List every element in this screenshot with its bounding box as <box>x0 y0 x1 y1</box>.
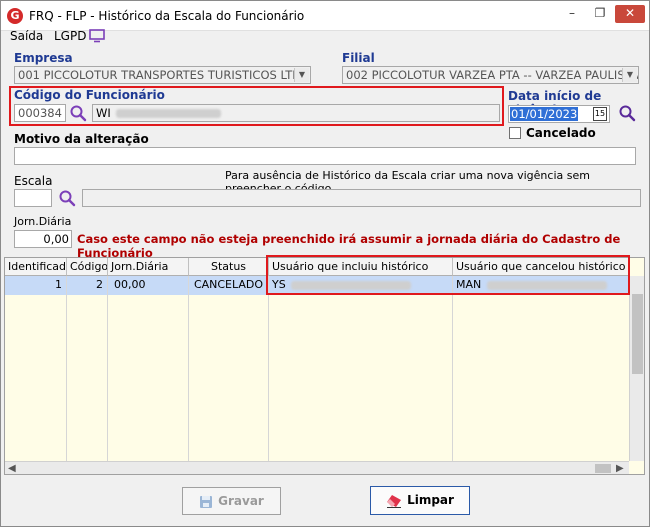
monitor-icon[interactable] <box>89 29 105 43</box>
funcionario-label: Código do Funcionário <box>14 88 165 102</box>
cell-jornada: 00,00 <box>108 276 189 295</box>
funcionario-code-input[interactable]: 000384 <box>14 104 66 122</box>
gravar-button[interactable]: Gravar <box>182 487 281 515</box>
escala-description-field <box>82 189 641 207</box>
vertical-scrollbar[interactable] <box>629 276 644 461</box>
eraser-icon <box>387 494 402 508</box>
scrollbar-thumb[interactable] <box>595 464 611 473</box>
filial-select[interactable]: 002 PICCOLOTUR VARZEA PTA -- VARZEA PAUL… <box>342 66 639 84</box>
chevron-down-icon[interactable]: ▼ <box>622 68 637 82</box>
column-divider <box>268 295 269 461</box>
column-divider <box>452 295 453 461</box>
column-header-status[interactable]: Status <box>189 258 269 276</box>
floppy-disk-icon <box>200 495 213 508</box>
scrollbar-thumb[interactable] <box>632 294 643 374</box>
funcionario-name-field: WI <box>92 104 500 122</box>
menu-bar: Saída LGPD <box>1 28 649 46</box>
chevron-down-icon[interactable]: ▼ <box>294 68 309 82</box>
column-header-identificador[interactable]: Identificador <box>5 258 67 276</box>
filial-value: 002 PICCOLOTUR VARZEA PTA -- VARZEA PAUL… <box>346 68 639 82</box>
app-logo-icon: G <box>7 8 23 24</box>
empresa-value: 001 PICCOLOTUR TRANSPORTES TURISTICOS LT… <box>18 68 309 82</box>
filial-label: Filial <box>342 51 375 65</box>
window-title: FRQ - FLP - Histórico da Escala do Funci… <box>29 9 305 23</box>
calendar-icon[interactable]: 15 <box>593 107 607 121</box>
column-header-jornada[interactable]: Jorn.Diária <box>108 258 189 276</box>
menu-item-lgpd[interactable]: LGPD <box>54 29 86 43</box>
cell-identificador: 1 <box>5 276 67 295</box>
title-bar: G FRQ - FLP - Histórico da Escala do Fun… <box>1 1 649 31</box>
restore-button[interactable]: ❐ <box>587 5 613 23</box>
limpar-button[interactable]: Limpar <box>370 486 470 515</box>
cancelado-checkbox[interactable] <box>509 127 521 139</box>
search-icon[interactable] <box>69 104 87 122</box>
horizontal-scrollbar[interactable]: ◀ ▶ <box>5 461 629 474</box>
application-window: G FRQ - FLP - Histórico da Escala do Fun… <box>0 0 650 527</box>
column-divider <box>107 295 108 461</box>
highlight-box-usuarios <box>266 255 630 295</box>
minimize-button[interactable]: – <box>559 5 585 23</box>
motivo-label: Motivo da alteração <box>14 132 149 146</box>
scroll-right-icon[interactable]: ▶ <box>616 462 624 474</box>
jornada-label: Jorn.Diária <box>14 215 72 228</box>
escala-label: Escala <box>14 174 53 188</box>
column-header-codigo[interactable]: Código <box>67 258 108 276</box>
column-divider <box>188 295 189 461</box>
motivo-input[interactable] <box>14 147 636 165</box>
escala-code-input[interactable] <box>14 189 52 207</box>
cancelado-label: Cancelado <box>526 126 596 140</box>
empresa-label: Empresa <box>14 51 73 65</box>
menu-item-saida[interactable]: Saída <box>10 29 43 43</box>
search-icon[interactable] <box>58 189 76 207</box>
scroll-left-icon[interactable]: ◀ <box>8 462 16 474</box>
jornada-input[interactable]: 0,00 <box>14 230 72 248</box>
column-divider <box>66 295 67 461</box>
vigencia-date-input[interactable]: 01/01/2023 15 <box>508 105 610 123</box>
search-icon[interactable] <box>618 104 636 122</box>
cell-status: CANCELADO <box>189 276 269 295</box>
empresa-select[interactable]: 001 PICCOLOTUR TRANSPORTES TURISTICOS LT… <box>14 66 311 84</box>
redacted-text <box>116 109 222 118</box>
close-button[interactable]: ✕ <box>615 5 645 23</box>
cell-codigo: 2 <box>67 276 108 295</box>
